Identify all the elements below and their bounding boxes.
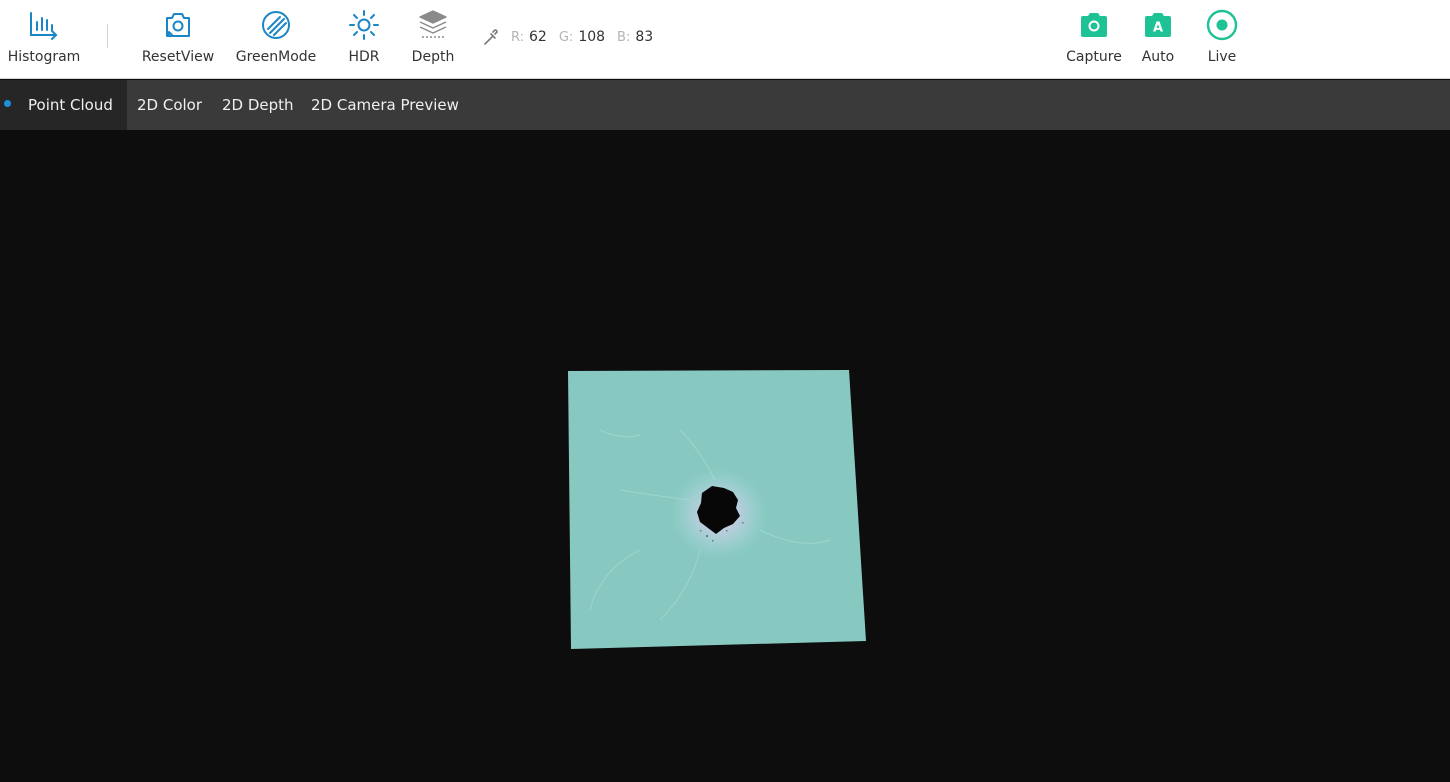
auto-button[interactable]: A Auto [1138, 0, 1178, 79]
tab-2d-depth-label: 2D Depth [222, 96, 294, 114]
live-label: Live [1207, 49, 1237, 65]
tab-2d-camera-preview-label: 2D Camera Preview [311, 96, 459, 114]
active-tab-indicator [4, 100, 11, 107]
green-mode-button[interactable]: GreenMode [234, 0, 318, 79]
tab-point-cloud-label: Point Cloud [28, 96, 113, 114]
point-cloud-surface [568, 370, 866, 649]
live-button[interactable]: Live [1202, 0, 1242, 79]
top-toolbar: Histogram ResetView GreenMode HDR Depth … [0, 0, 1450, 79]
reset-view-camera-icon [161, 0, 195, 48]
layers-icon [416, 0, 450, 48]
tab-2d-color-label: 2D Color [137, 96, 203, 114]
auto-label: Auto [1141, 49, 1175, 65]
point-cloud-render [568, 370, 866, 649]
hdr-button[interactable]: HDR [344, 0, 384, 79]
r-value: 62 [529, 29, 547, 45]
histogram-button[interactable]: Histogram [7, 0, 81, 79]
live-record-icon [1205, 0, 1239, 48]
pixel-rgb-readout: R: 62 G: 108 B: 83 [483, 27, 665, 47]
capture-label: Capture [1066, 49, 1122, 65]
histogram-label: Histogram [7, 49, 81, 65]
b-value: 83 [635, 29, 654, 45]
tab-2d-camera-preview[interactable]: 2D Camera Preview [311, 80, 459, 130]
auto-glyph: A [1153, 21, 1163, 36]
depth-button[interactable]: Depth [409, 0, 457, 79]
tab-2d-color[interactable]: 2D Color [137, 80, 202, 130]
capture-button[interactable]: Capture [1063, 0, 1125, 79]
reset-view-label: ResetView [141, 49, 215, 65]
eyedropper-icon[interactable] [483, 28, 499, 46]
tab-2d-depth[interactable]: 2D Depth [222, 80, 294, 130]
view-tabs: Point Cloud 2D Color 2D Depth 2D Camera … [0, 80, 1450, 130]
r-label: R: [511, 29, 525, 45]
histogram-icon [27, 0, 61, 48]
g-value: 108 [578, 29, 606, 45]
sun-icon [347, 0, 381, 48]
g-label: G: [558, 29, 574, 45]
reset-view-button[interactable]: ResetView [140, 0, 216, 79]
toolbar-separator [107, 24, 108, 48]
point-cloud-viewport[interactable] [0, 130, 1450, 782]
green-mode-icon [259, 0, 293, 48]
capture-camera-icon [1077, 0, 1111, 48]
depth-label: Depth [411, 49, 455, 65]
hdr-label: HDR [348, 49, 380, 65]
b-label: B: [617, 29, 631, 45]
tab-point-cloud[interactable]: Point Cloud [0, 80, 127, 130]
green-mode-label: GreenMode [235, 49, 317, 65]
auto-camera-icon: A [1141, 0, 1175, 48]
